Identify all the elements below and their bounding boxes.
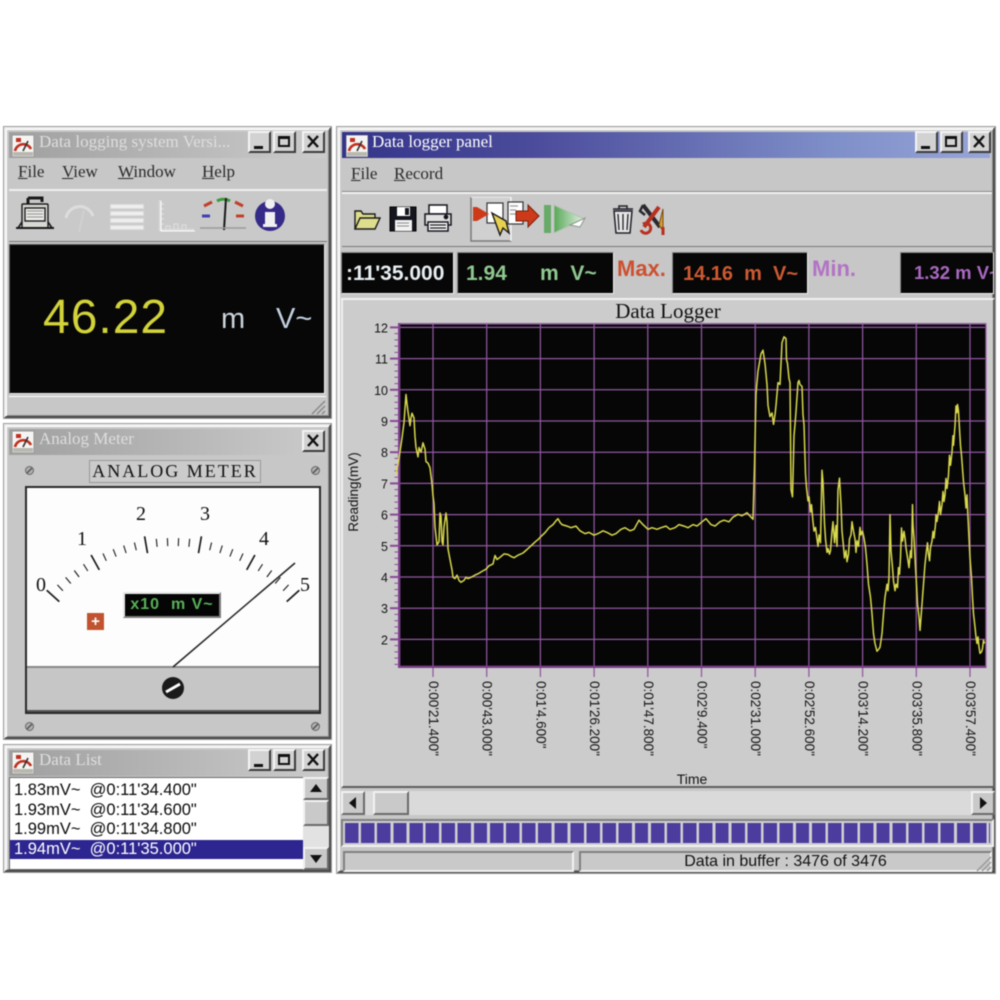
svg-text:0:01'4.600": 0:01'4.600" — [533, 681, 548, 749]
svg-text:0:02'9.400": 0:02'9.400" — [695, 681, 710, 749]
svg-text:11: 11 — [375, 353, 388, 367]
svg-text:3: 3 — [200, 503, 210, 525]
svg-text:0:02'31.000": 0:02'31.000" — [748, 681, 763, 756]
svg-text:5: 5 — [381, 540, 388, 554]
svg-text:4: 4 — [259, 528, 269, 550]
svg-text:0:03'35.800": 0:03'35.800" — [909, 681, 924, 756]
svg-text:0:01'26.200": 0:01'26.200" — [587, 681, 602, 756]
svg-text:12: 12 — [374, 321, 388, 335]
svg-text:0:03'14.200": 0:03'14.200" — [856, 681, 871, 756]
svg-text:0:01'47.800": 0:01'47.800" — [641, 681, 656, 756]
svg-text:10: 10 — [374, 384, 388, 398]
svg-text:3: 3 — [381, 602, 388, 616]
svg-text:0: 0 — [36, 574, 46, 596]
svg-text:4: 4 — [381, 571, 388, 585]
svg-text:0:00'43.000": 0:00'43.000" — [480, 681, 495, 756]
svg-text:5: 5 — [300, 574, 310, 596]
svg-text:7: 7 — [381, 477, 388, 491]
svg-text:Reading(mV): Reading(mV) — [346, 452, 361, 532]
svg-text:2: 2 — [136, 503, 146, 525]
svg-text:0:00'21.400": 0:00'21.400" — [426, 681, 441, 756]
svg-text:9: 9 — [381, 415, 388, 429]
svg-text:0:02'52.600": 0:02'52.600" — [802, 681, 817, 756]
svg-text:1: 1 — [77, 528, 87, 550]
svg-text:6: 6 — [381, 509, 388, 523]
svg-text:Data Logger: Data Logger — [615, 299, 721, 323]
svg-text:0:03'57.400": 0:03'57.400" — [963, 681, 978, 756]
svg-text:8: 8 — [381, 446, 388, 460]
svg-text:2: 2 — [381, 633, 388, 647]
svg-text:Time: Time — [677, 771, 708, 787]
